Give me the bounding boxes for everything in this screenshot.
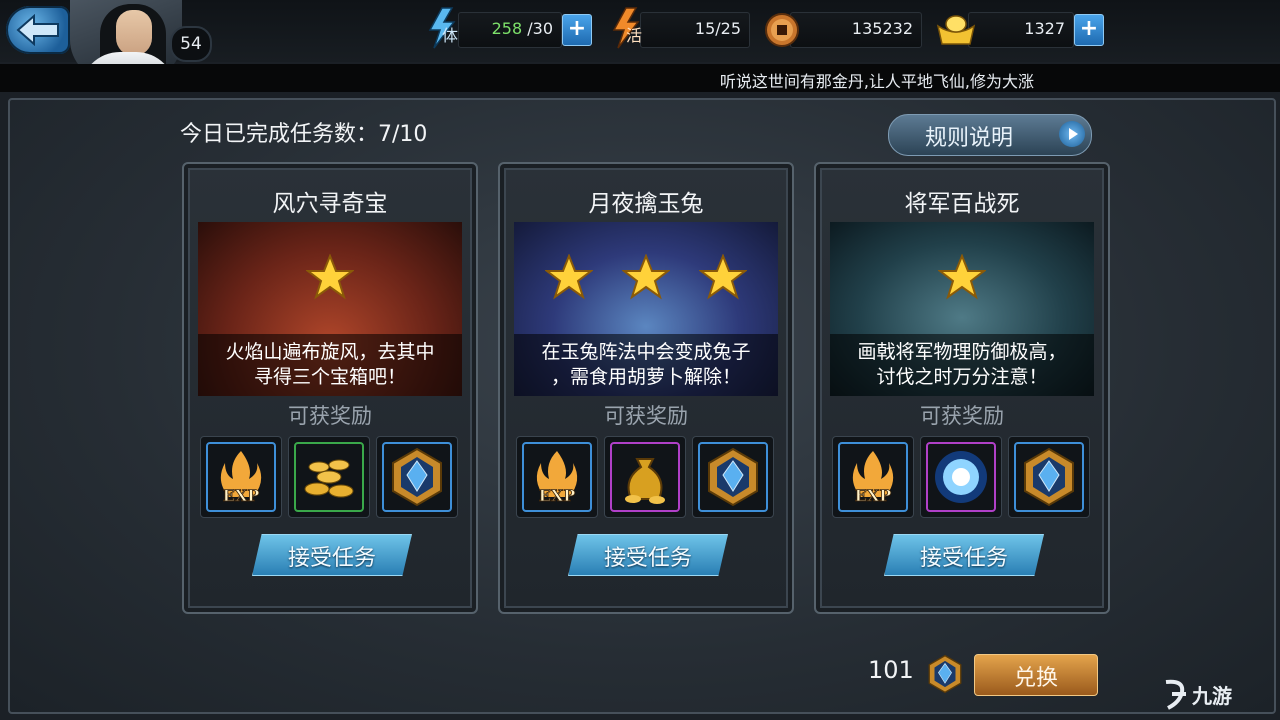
svg-text:EXP: EXP [223,486,260,505]
reward-slot[interactable]: EXP [516,436,598,518]
difficulty-stars [514,254,778,304]
coins-resource: 135232 [790,12,922,48]
stamina-label: 体 [442,26,459,45]
gold-sack-icon [625,458,665,504]
stamina-current: 258 [491,19,523,38]
ingots-resource: 1327 [968,12,1074,48]
reward-label: 可获奖励 [920,404,1004,428]
exp-icon: EXP [220,451,262,505]
vitality-label: 活 [626,26,643,45]
exp-icon: EXP [536,451,578,505]
reward-slot[interactable] [288,436,370,518]
task-title: 将军百战死 [904,191,1020,217]
copper-coin-icon [765,13,799,47]
accept-task-button[interactable]: 接受任务 [884,534,1044,576]
blue-gem-icon [1024,447,1074,507]
rules-button[interactable]: 规则说明 [888,114,1092,156]
gold-coins-icon [304,459,354,498]
exp-icon: EXP [852,451,894,505]
completed-tasks-count: 今日已完成任务数：7/10 [180,122,428,147]
reward-slot[interactable]: EXP [200,436,282,518]
task-description: 在玉兔阵法中会变成兔子 ，需食用胡萝卜解除！ [541,341,751,388]
reward-slot[interactable] [920,436,1002,518]
blue-gem-icon [392,447,442,507]
gold-ingot-icon [936,15,976,45]
reward-slot[interactable] [376,436,458,518]
svg-text:EXP: EXP [855,486,892,505]
news-ticker: 听说这世间有那金丹,让人平地飞仙,修为大涨 [0,64,1280,92]
jiuyou-logo-icon [1165,679,1186,710]
back-arrow-icon [16,14,59,46]
stamina-resource: 258 /30 [458,12,562,48]
difficulty-stars [198,254,462,304]
add-stamina-button[interactable]: + [562,14,592,46]
reward-label: 可获奖励 [288,404,372,428]
watermark-text: 九游 [1192,684,1232,708]
task-scene-image: 画戟将军物理防御极高， 讨伐之时万分注意！ [830,222,1094,396]
stamina-max: /30 [527,19,553,38]
task-card: 将军百战死 画戟将军物理防御极高， 讨伐之时万分注意！ 可获奖励 EXP 接受任… [814,162,1110,614]
blue-gem-icon [708,447,758,507]
task-title: 风穴寻奇宝 [272,191,388,217]
task-title: 月夜擒玉兔 [588,191,704,217]
play-arrow-icon [1059,121,1085,147]
accept-task-button[interactable]: 接受任务 [252,534,412,576]
task-description: 画戟将军物理防御极高， 讨伐之时万分注意！ [857,341,1067,388]
player-level-badge: 54 [170,26,212,62]
star-icon [306,254,354,300]
vitality-resource: 15/25 [640,12,750,48]
star-icon [622,254,670,300]
ticker-text: 听说这世间有那金丹,让人平地飞仙,修为大涨 [719,72,1034,91]
add-ingots-button[interactable]: + [1074,14,1104,46]
spirit-orb-icon [935,451,987,503]
star-icon [938,254,986,300]
ingots-value: 1327 [1024,19,1065,38]
blue-gem-icon [928,654,962,694]
star-icon [544,254,593,300]
reward-label: 可获奖励 [604,404,688,428]
reward-slot[interactable] [692,436,774,518]
exchange-button[interactable]: 兑换 [974,654,1098,696]
accept-task-button[interactable]: 接受任务 [568,534,728,576]
token-count: 101 [868,656,914,684]
difficulty-stars [830,254,1094,304]
star-icon [699,254,748,300]
back-button[interactable] [6,6,70,54]
task-card: 月夜擒玉兔 在玉兔阵法中会变成兔子 ，需食用胡萝卜解除！ 可获奖励 EXP 接受… [498,162,794,614]
coins-value: 135232 [851,19,913,38]
vitality-value: 15/25 [694,19,741,38]
task-card: 风穴寻奇宝 火焰山遍布旋风，去其中 寻得三个宝箱吧！ 可获奖励 EXP 接受任务 [182,162,478,614]
reward-slot[interactable] [1008,436,1090,518]
top-bar: 54 258 /30 体 + 15/25 活 135232 1327 + [0,0,1280,80]
reward-slot[interactable]: EXP [832,436,914,518]
task-description: 火焰山遍布旋风，去其中 寻得三个宝箱吧！ [225,341,435,388]
task-scene-image: 火焰山遍布旋风，去其中 寻得三个宝箱吧！ [198,222,462,396]
task-scene-image: 在玉兔阵法中会变成兔子 ，需食用胡萝卜解除！ [514,222,778,396]
reward-slot[interactable] [604,436,686,518]
svg-text:EXP: EXP [539,486,576,505]
